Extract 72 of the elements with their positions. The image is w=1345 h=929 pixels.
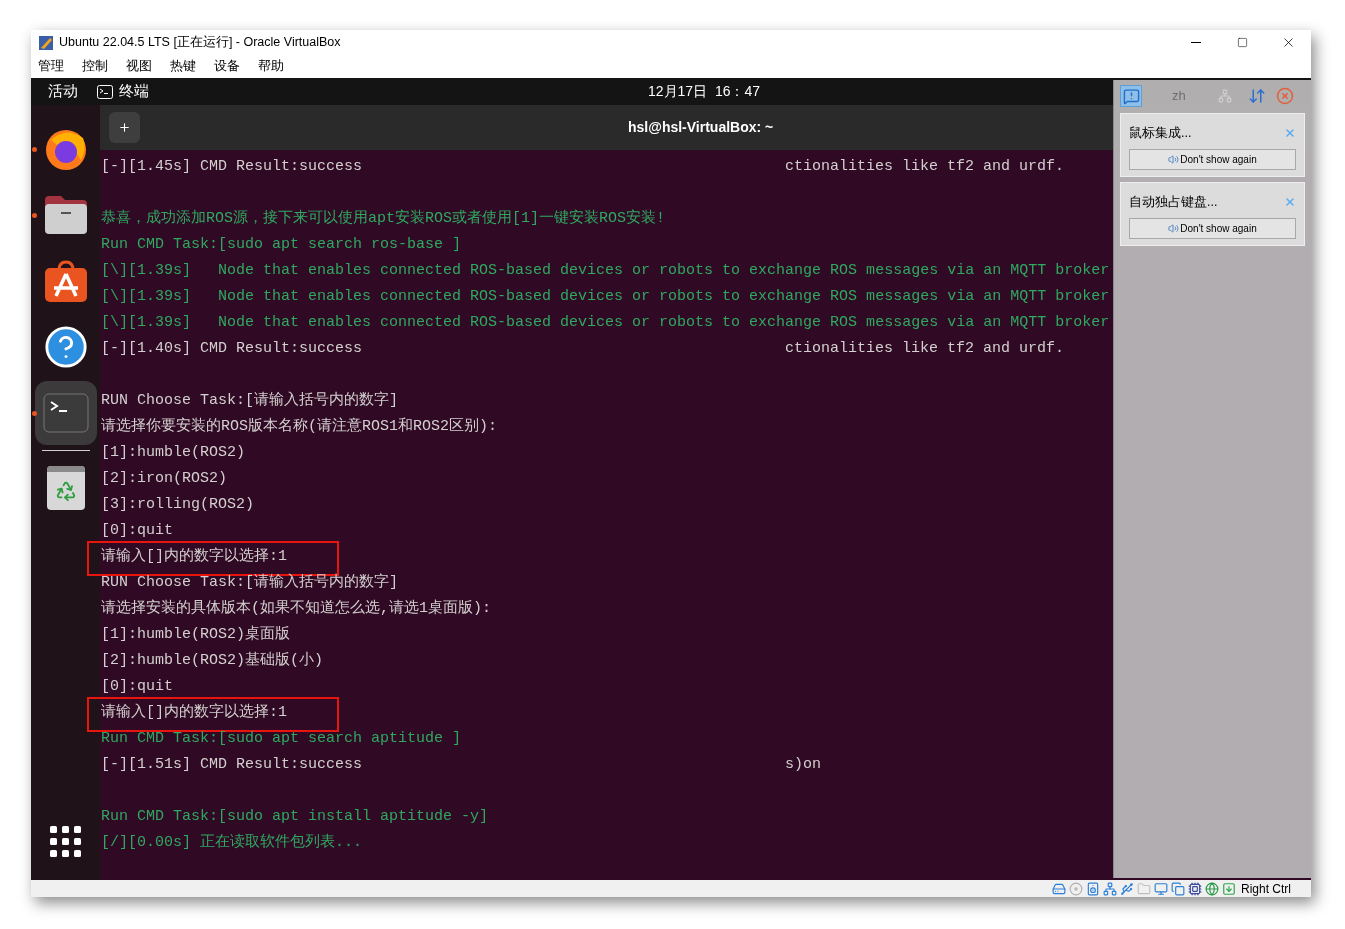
- monitor-icon[interactable]: [1154, 881, 1168, 896]
- terminal-line: RUN Choose Task:[请输入括号内的数字]: [101, 572, 399, 593]
- clock[interactable]: 12月17日 16：47: [648, 81, 761, 102]
- terminal-line: [\][1.39s] Node that enables connected ROS-based devices or robots to exchange ROS messages via an MQTT broker: [101, 313, 1110, 333]
- network-icon: [1217, 89, 1232, 103]
- terminal-line: [2]:humble(ROS2)基础版(小): [101, 650, 324, 671]
- disc-icon[interactable]: [1069, 881, 1083, 896]
- terminal-line: Run CMD Task:[sudo apt search ros-base ]: [101, 235, 462, 255]
- terminal-line: 恭喜，成功添加ROS源，接下来可以使用apt安装ROS或者使用[1]一键安装ROS安装!: [101, 208, 666, 229]
- menu-item[interactable]: 视图: [125, 57, 153, 76]
- notification-title: 自动独占键盘...: [1129, 194, 1218, 211]
- terminal-line: [0]:quit: [101, 521, 173, 541]
- terminal-title: hsl@hsl-VirtualBox: ~: [628, 118, 774, 137]
- trash-icon: [46, 466, 85, 510]
- speaker-icon: [1168, 222, 1180, 234]
- folder-icon: [42, 194, 89, 236]
- dont-show-again-button[interactable]: Don't show again: [1129, 148, 1296, 170]
- menu-item[interactable]: 帮助: [257, 57, 285, 76]
- terminal-line: Run CMD Task:[sudo apt search aptitude ]: [101, 729, 462, 749]
- terminal-line: 请选择安装的具体版本(如果不知道怎么选,请选1桌面版):: [101, 598, 491, 619]
- usb-icon[interactable]: [1120, 881, 1134, 896]
- menu-item[interactable]: 热键: [169, 57, 197, 76]
- activities-button[interactable]: 活动: [48, 80, 78, 103]
- windows-icon[interactable]: [1171, 881, 1185, 896]
- terminal-line: RUN Choose Task:[请输入括号内的数字]: [101, 390, 399, 411]
- terminal-line: Run CMD Task:[sudo apt install aptitude -y]: [101, 807, 489, 827]
- apps-grid-icon[interactable]: [49, 826, 82, 858]
- help-icon: [42, 324, 89, 370]
- maximize-icon: [1236, 37, 1248, 48]
- plus-icon: [118, 121, 131, 134]
- terminal-line: [2]:iron(ROS2): [101, 469, 228, 489]
- sort-icon[interactable]: [1247, 87, 1266, 105]
- terminal-line: 请输入[]内的数字以选择:1: [101, 546, 287, 567]
- terminal-line: s)on: [785, 755, 821, 775]
- close-icon[interactable]: [1284, 196, 1296, 209]
- terminal-line: ctionalities like tf2 and urdf.: [785, 339, 1065, 359]
- message-icon[interactable]: [1120, 85, 1142, 107]
- terminal-line: ctionalities like tf2 and urdf.: [785, 157, 1065, 177]
- terminal-icon: [97, 84, 113, 99]
- language-indicator: zh: [1172, 87, 1186, 106]
- terminal-line: [3]:rolling(ROS2): [101, 495, 255, 515]
- window-title: Ubuntu 22.04.5 LTS [正在运行] - Oracle VirtualBox: [59, 34, 341, 52]
- download-icon[interactable]: [1222, 881, 1236, 896]
- terminal-line: [1]:humble(ROS2): [101, 443, 246, 463]
- store-bag-icon: [42, 258, 89, 304]
- minimize-icon: [1191, 42, 1201, 43]
- globe-icon[interactable]: [1205, 881, 1219, 896]
- speaker-icon: [1168, 153, 1180, 165]
- host-key-label: Right Ctrl: [1241, 880, 1291, 898]
- terminal-icon: [42, 393, 89, 433]
- terminal-line: [1]:humble(ROS2)桌面版: [101, 624, 291, 645]
- terminal-line: [-][1.45s] CMD Result:success: [101, 157, 364, 177]
- dont-show-again-button[interactable]: Don't show again: [1129, 217, 1296, 239]
- terminal-line: [/][0.00s] 正在读取软件包列表...: [101, 832, 363, 853]
- terminal-line: 请选择你要安装的ROS版本名称(请注意ROS1和ROS2区别):: [101, 416, 498, 437]
- terminal-line: [\][1.39s] Node that enables connected ROS-based devices or robots to exchange ROS messages via an MQTT broker: [101, 261, 1110, 281]
- menu-item[interactable]: 管理: [37, 57, 65, 76]
- network-icon[interactable]: [1103, 881, 1117, 896]
- app-icon: [38, 34, 54, 51]
- error-icon[interactable]: [1275, 87, 1294, 105]
- chip-icon[interactable]: [1188, 881, 1202, 896]
- terminal-line: [-][1.51s] CMD Result:success: [101, 755, 364, 775]
- terminal-line: [\][1.39s] Node that enables connected ROS-based devices or robots to exchange ROS messages via an MQTT broker: [101, 287, 1110, 307]
- terminal-line: [0]:quit: [101, 677, 173, 697]
- close-icon[interactable]: [1284, 127, 1296, 140]
- app-menu-label[interactable]: 终端: [119, 80, 149, 103]
- speaker-icon[interactable]: [1086, 881, 1100, 896]
- menu-item[interactable]: 设备: [213, 57, 241, 76]
- notification-title: 鼠标集成...: [1129, 125, 1192, 142]
- terminal-line: [-][1.40s] CMD Result:success: [101, 339, 364, 359]
- terminal-line: 请输入[]内的数字以选择:1: [101, 702, 287, 723]
- menu-item[interactable]: 控制: [81, 57, 109, 76]
